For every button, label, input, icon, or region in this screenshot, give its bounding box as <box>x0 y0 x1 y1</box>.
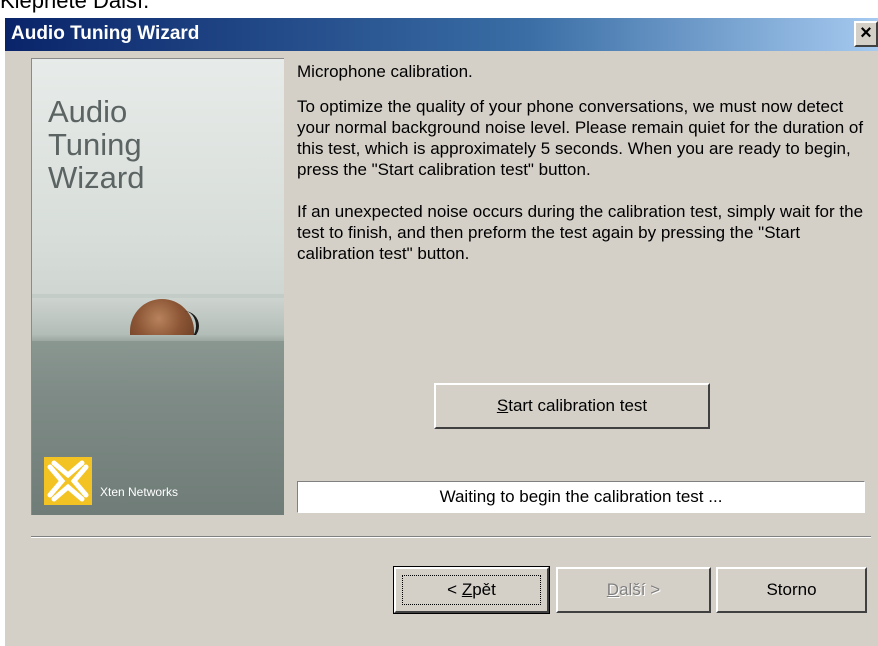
start-calibration-button[interactable]: Start calibration test <box>434 383 710 429</box>
next-label: alší > <box>619 580 661 599</box>
side-title-line-3: Wizard <box>48 160 145 195</box>
window-title: Audio Tuning Wizard <box>11 23 200 44</box>
back-prefix: < <box>447 580 462 599</box>
start-mnemonic: S <box>496 396 509 415</box>
title-bar[interactable]: Audio Tuning Wizard × <box>5 18 878 51</box>
footer-separator <box>31 536 871 538</box>
next-mnemonic: D <box>606 580 620 599</box>
side-title-line-1: Audio <box>48 94 128 129</box>
wizard-side-image: Audio Tuning Wizard Xten Networks <box>31 58 284 515</box>
xten-logo-icon <box>44 457 92 505</box>
wizard-content: Microphone calibration. To optimize the … <box>297 61 867 285</box>
back-button[interactable]: < Zpět <box>393 566 550 614</box>
back-mnemonic: Z <box>461 580 473 599</box>
instruction-paragraph-2: If an unexpected noise occurs during the… <box>297 202 864 263</box>
close-button[interactable]: × <box>854 21 878 47</box>
focus-rectangle: < Zpět <box>402 575 541 605</box>
side-title-line-2: Tuning <box>48 127 142 162</box>
side-panel-title: Audio Tuning Wizard <box>48 95 144 194</box>
back-label: pět <box>472 580 496 599</box>
logo-text: Xten Networks <box>100 485 179 499</box>
step-heading: Microphone calibration. <box>297 62 473 81</box>
background-text: Klepněte Další. <box>0 0 150 13</box>
cancel-button[interactable]: Storno <box>716 567 867 613</box>
start-label: tart calibration test <box>508 396 648 415</box>
instruction-paragraph-1: To optimize the quality of your phone co… <box>297 97 864 179</box>
background-shelf <box>32 294 284 298</box>
calibration-status: Waiting to begin the calibration test ..… <box>297 481 865 513</box>
next-button[interactable]: Další > <box>556 567 711 613</box>
